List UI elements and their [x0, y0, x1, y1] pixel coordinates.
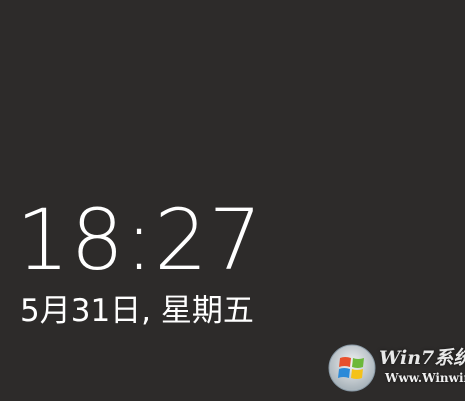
watermark-brand: Win7系统之家 [379, 347, 465, 369]
date-label: 5月31日, 星期五 [20, 293, 254, 329]
clock-time: 18:27 [16, 191, 264, 289]
windows-flag-icon [328, 344, 376, 392]
watermark-url: Www.Winwin7.com [385, 371, 465, 385]
lock-screen[interactable]: 18:27 5月31日, 星期五 Win7系统之家 Www.Winwin7.co… [0, 0, 465, 401]
watermark: Win7系统之家 Www.Winwin7.com [261, 341, 465, 397]
